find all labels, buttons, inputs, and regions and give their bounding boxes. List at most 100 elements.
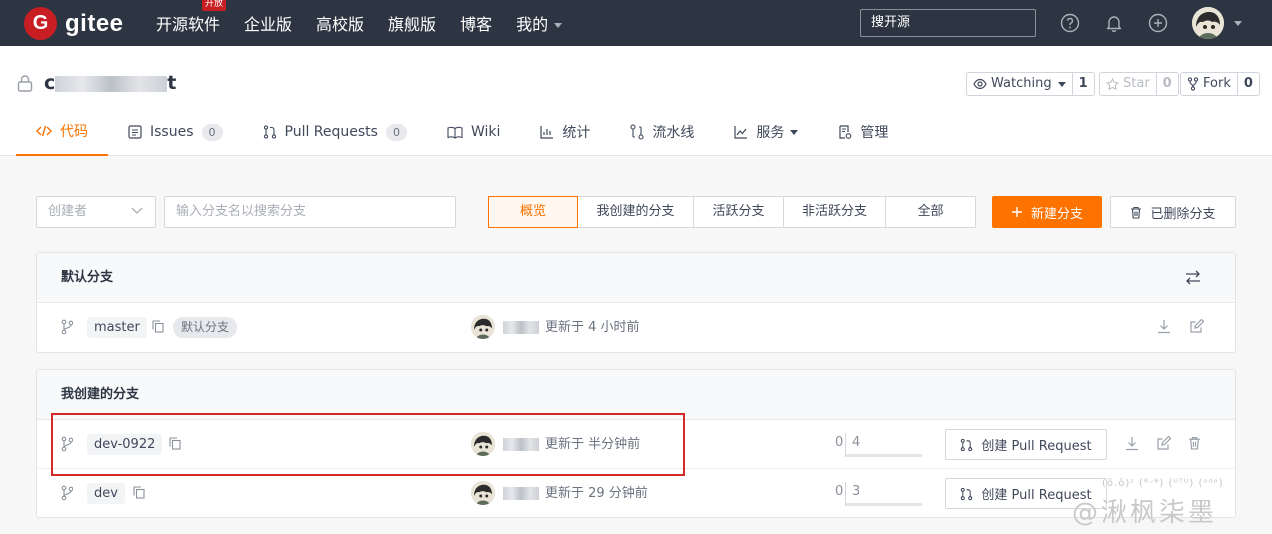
branch-row-dev: dev 更新于 29 分钟前 0 3 创建 Pull Request [37, 469, 1235, 518]
my-branches-title: 我创建的分支 [61, 387, 140, 402]
issues-count: 0 [201, 123, 223, 141]
edit-icon[interactable] [1189, 319, 1204, 334]
avatar-image [1192, 7, 1224, 39]
branch-search-input[interactable]: 输入分支名以搜索分支 [164, 196, 456, 228]
chevron-down-icon [131, 207, 143, 214]
global-search-input[interactable]: 搜开源 [860, 9, 1036, 37]
user-avatar[interactable] [1192, 7, 1224, 39]
creator-select[interactable]: 创建者 [36, 196, 156, 228]
nav-open-badge: 开放 [202, 0, 227, 11]
committer-avatar[interactable] [471, 481, 495, 505]
branch-updated-time: 更新于 29 分钟前 [545, 486, 648, 501]
committer-name-blurred [503, 487, 539, 500]
default-branch-header: 默认分支 [37, 253, 1235, 303]
nav-enterprise[interactable]: 企业版 [244, 11, 292, 35]
watermark: (ō.ō)ᶻ (ᶿᵕᶿ) (ᵁᵀᵁ) (ᵒᵈᵒ) @湫枫柒墨 [1072, 478, 1268, 528]
pull-request-icon [263, 125, 276, 139]
tab-code[interactable]: 代码 [16, 108, 108, 156]
edit-icon[interactable] [1156, 436, 1171, 451]
default-branch-panel: 默认分支 master 默认分支 更新于 4 小时前 [36, 252, 1236, 353]
tab-pull-requests[interactable]: Pull Requests 0 [243, 108, 427, 156]
tab-manage-label: 管理 [860, 125, 889, 141]
my-branches-header: 我创建的分支 [37, 370, 1235, 420]
repo-name-start: c [44, 72, 56, 94]
pipeline-icon [630, 124, 644, 140]
committer-name-blurred [503, 438, 539, 451]
nav-education[interactable]: 高校版 [316, 11, 364, 35]
watching-button[interactable]: Watching [967, 73, 1072, 95]
tab-statistics[interactable]: 统计 [520, 108, 610, 156]
deleted-branches-label: 已删除分支 [1150, 206, 1216, 222]
branch-icon [61, 319, 73, 335]
download-icon[interactable] [1125, 436, 1139, 451]
nav-mine[interactable]: 我的 [516, 11, 563, 35]
chevron-down-icon[interactable] [1234, 21, 1242, 26]
tab-wiki[interactable]: Wiki [427, 108, 520, 156]
top-navbar: G gitee 开源软件 开放 企业版 高校版 旗舰版 博客 我的 搜开源 [0, 0, 1272, 46]
gitee-logo-icon: G [24, 7, 57, 40]
nav-open-source-label: 开源软件 [156, 15, 221, 34]
trash-icon [1131, 206, 1142, 219]
watching-label: Watching [991, 76, 1052, 91]
fork-button[interactable]: Fork [1181, 73, 1237, 95]
copy-icon[interactable] [152, 320, 164, 333]
branch-name[interactable]: dev-0922 [87, 434, 163, 455]
fork-count[interactable]: 0 [1236, 73, 1259, 95]
tab-pipeline[interactable]: 流水线 [610, 108, 714, 156]
tab-services[interactable]: 服务 [714, 108, 818, 156]
repo-tabs: 代码 Issues 0 Pull Requests 0 Wiki 统计 流水线 … [16, 108, 908, 156]
filter-my-branches[interactable]: 我创建的分支 [577, 196, 694, 228]
filter-overview[interactable]: 概览 [488, 196, 578, 228]
pull-request-icon [961, 438, 973, 451]
tab-code-label: 代码 [60, 124, 88, 140]
commits-ahead: 3 [852, 484, 861, 499]
nav-open-source[interactable]: 开源软件 开放 [156, 0, 227, 35]
pull-request-icon [961, 487, 973, 500]
creator-select-placeholder: 创建者 [48, 204, 88, 219]
help-icon[interactable] [1060, 13, 1080, 33]
nav-blog[interactable]: 博客 [460, 11, 492, 35]
repo-name[interactable]: ct [44, 72, 176, 94]
star-button[interactable]: Star [1100, 73, 1156, 95]
avatar-image [471, 481, 495, 505]
committer-avatar[interactable] [471, 432, 495, 456]
my-branches-panel: 我创建的分支 dev-0922 更新于 半分钟前 0 4 创建 Pull Req… [36, 369, 1236, 518]
tab-manage[interactable]: 管理 [818, 108, 908, 156]
watching-count[interactable]: 1 [1071, 73, 1094, 95]
lock-icon [17, 75, 33, 92]
default-branch-tag: 默认分支 [173, 317, 238, 338]
copy-icon[interactable] [133, 486, 145, 499]
pull-requests-count: 0 [385, 123, 407, 141]
committer-avatar[interactable] [471, 315, 495, 339]
create-pull-request-button[interactable]: 创建 Pull Request [945, 429, 1107, 460]
nav-mine-label: 我的 [516, 15, 549, 34]
issues-icon [128, 125, 142, 139]
plus-icon [1011, 207, 1022, 217]
star-count[interactable]: 0 [1155, 73, 1178, 95]
default-branch-title: 默认分支 [61, 270, 114, 285]
nav-flagship[interactable]: 旗舰版 [388, 11, 436, 35]
filter-active-branches[interactable]: 活跃分支 [693, 196, 784, 228]
filter-all[interactable]: 全部 [885, 196, 976, 228]
tab-wiki-label: Wiki [470, 124, 501, 140]
new-branch-button[interactable]: 新建分支 [992, 196, 1102, 228]
filter-inactive-branches[interactable]: 非活跃分支 [783, 196, 886, 228]
branch-row-dev-0922: dev-0922 更新于 半分钟前 0 4 创建 Pull Request [37, 420, 1235, 469]
deleted-branches-button[interactable]: 已删除分支 [1110, 196, 1236, 228]
star-icon [1106, 77, 1119, 90]
copy-icon[interactable] [169, 437, 181, 450]
fork-icon [1187, 77, 1199, 91]
notification-bell-icon[interactable] [1104, 13, 1124, 33]
chevron-down-icon [790, 129, 799, 135]
trash-icon[interactable] [1188, 436, 1201, 450]
commits-ahead-indicator: 4 [845, 433, 922, 457]
new-branch-label: 新建分支 [1030, 206, 1083, 222]
tab-issues[interactable]: Issues 0 [108, 108, 243, 156]
download-icon[interactable] [1157, 319, 1171, 334]
switch-arrows-icon[interactable] [1185, 270, 1201, 285]
branch-name[interactable]: master [87, 317, 147, 338]
gitee-logo[interactable]: G gitee [24, 7, 124, 40]
add-plus-icon[interactable] [1148, 13, 1168, 33]
tab-pull-requests-label: Pull Requests [284, 124, 378, 140]
branch-name[interactable]: dev [87, 483, 125, 504]
